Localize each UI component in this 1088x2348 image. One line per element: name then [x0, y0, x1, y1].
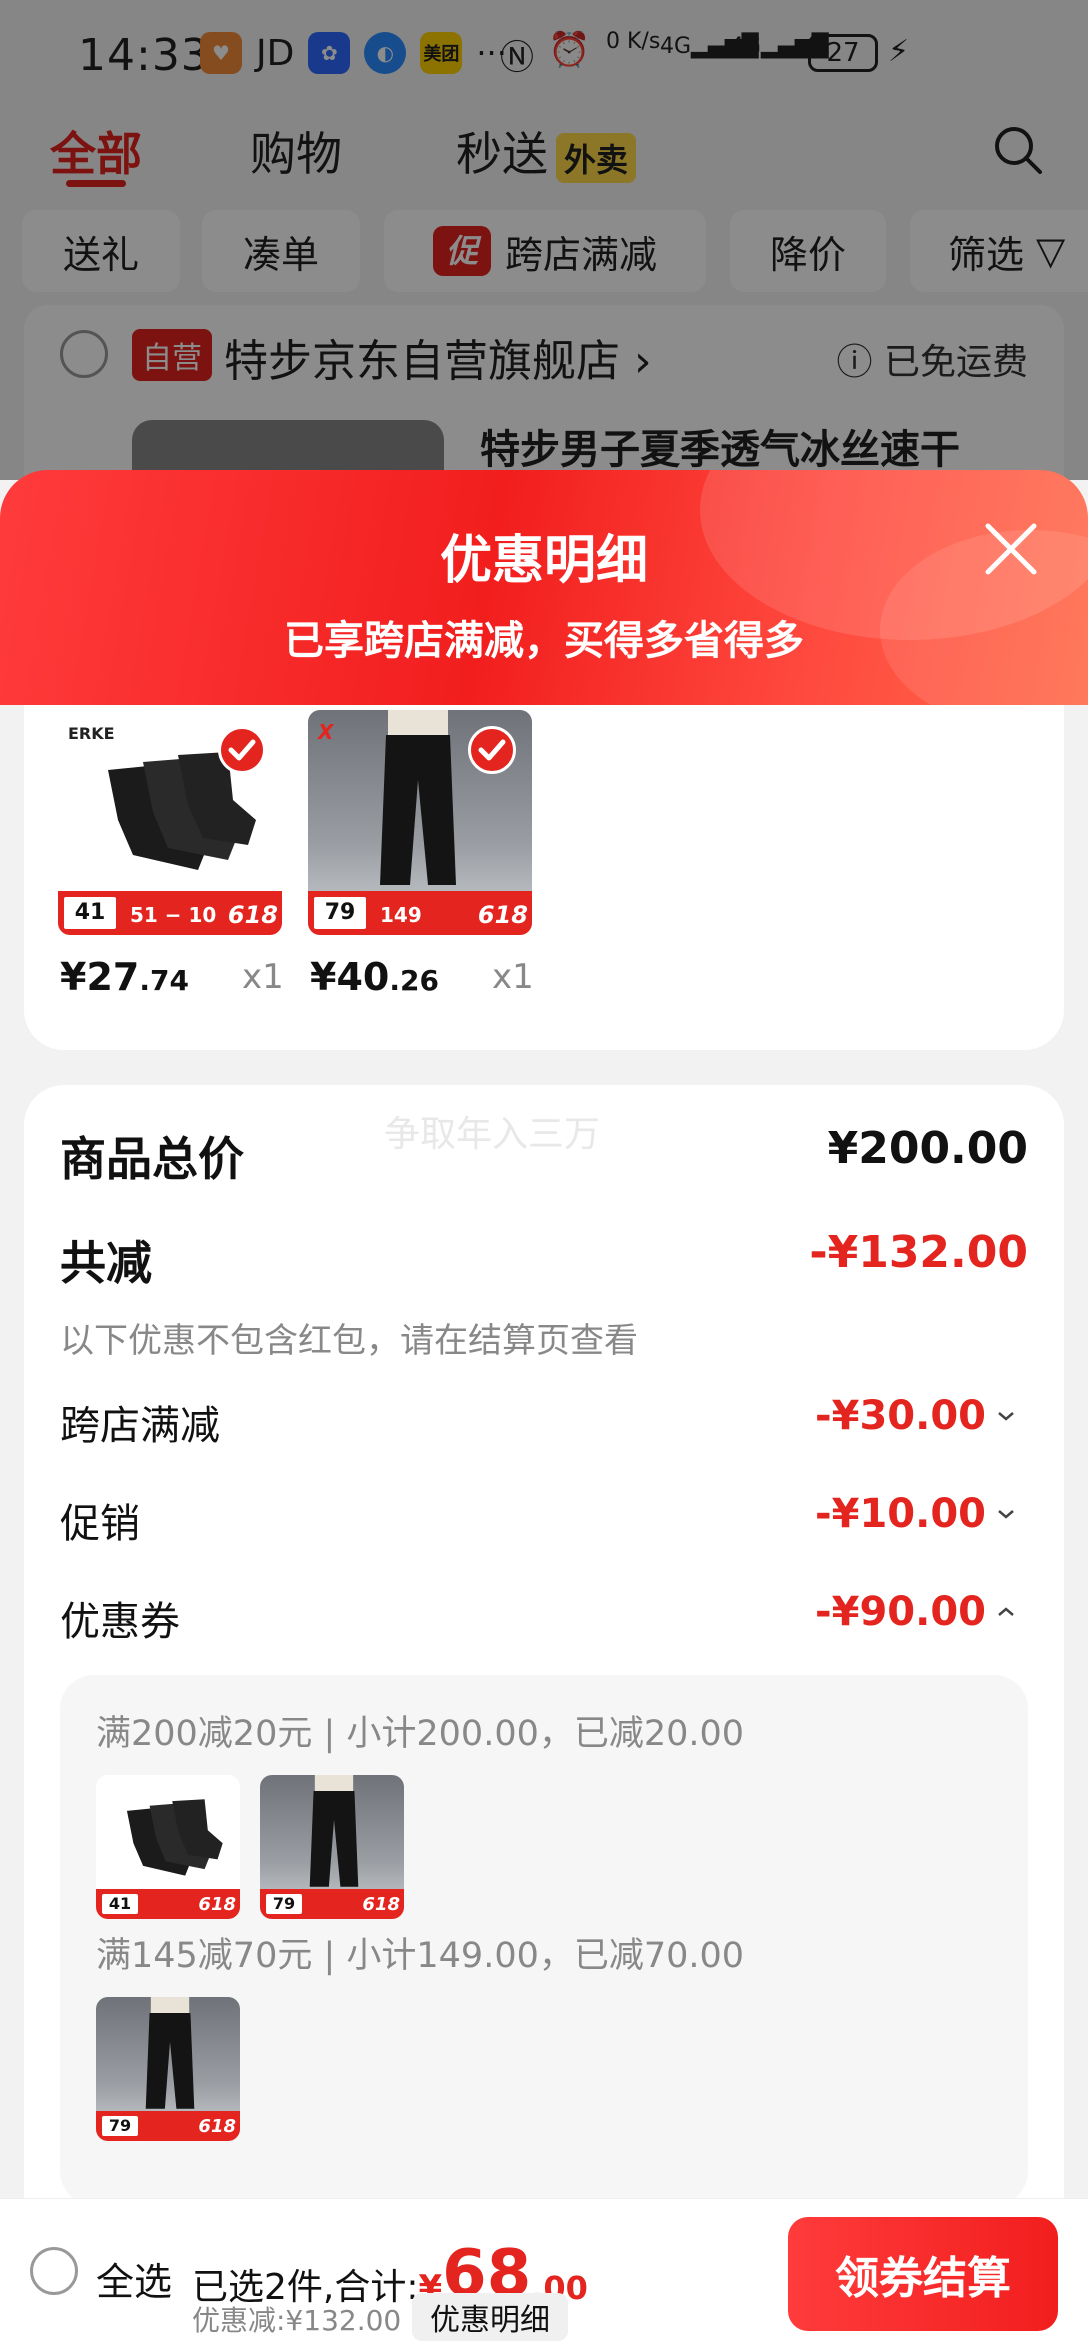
- dim-overlay[interactable]: [0, 0, 1088, 480]
- cross-store-value[interactable]: -¥30.00: [815, 1393, 1018, 1439]
- promo-price-strip: 79 618: [96, 2111, 240, 2141]
- coupon-line: 满145减70元 | 小计149.00，已减70.00: [96, 1936, 745, 1976]
- item-thumbnail-socks[interactable]: ERKE 41 51 − 10 618: [58, 710, 282, 935]
- pants-image: [145, 1997, 195, 2109]
- reduce-value: -¥132.00: [809, 1227, 1028, 1278]
- sheet-subtitle: 已享跨店满减，买得多省得多: [284, 618, 804, 664]
- price-breakdown-card: 争取年入三万 商品总价 ¥200.00 共减 -¥132.00 以下优惠不包含红…: [24, 1085, 1064, 2215]
- chevron-up-icon: [998, 1607, 1014, 1616]
- close-icon[interactable]: [980, 518, 1042, 580]
- item-quantity: x1: [492, 957, 534, 997]
- cross-store-label[interactable]: 跨店满减: [60, 1393, 220, 1451]
- promo-price: 79: [100, 2114, 140, 2138]
- promo-price: 79: [264, 1892, 304, 1916]
- item-price: ¥40.26: [310, 955, 439, 999]
- pants-image: [380, 710, 456, 885]
- chevron-down-icon: [998, 1412, 1014, 1421]
- tag-618: 618: [477, 901, 528, 929]
- coupon-value[interactable]: -¥90.00: [815, 1589, 1018, 1635]
- promotion-label[interactable]: 促销: [60, 1491, 140, 1549]
- select-all-radio[interactable]: [30, 2247, 78, 2295]
- promo-price-strip: 79 618: [260, 1889, 404, 1919]
- selected-items-card: ERKE 41 51 − 10 618 ¥27.74 x1 X 79 149 6…: [24, 705, 1064, 1050]
- promo-price: 41: [100, 1892, 140, 1916]
- promo-price-strip: 41 618: [96, 1889, 240, 1919]
- sheet-title: 优惠明细: [439, 531, 648, 591]
- coupon-label[interactable]: 优惠券: [60, 1589, 180, 1647]
- item-thumbnail-pants[interactable]: X 79 149 618: [308, 710, 532, 935]
- brand-logo: ERKE: [68, 724, 115, 743]
- promo-price-strip: 79 149 618: [308, 891, 532, 935]
- tag-618: 618: [227, 901, 278, 929]
- watermark: 争取年入三万: [384, 1114, 601, 1155]
- promo-price: 79: [312, 895, 368, 931]
- pants-image: [309, 1775, 359, 1887]
- selected-check-icon[interactable]: [468, 726, 516, 774]
- tag-618: 618: [198, 1894, 236, 1915]
- select-all-label[interactable]: 全选: [96, 2251, 172, 2306]
- promo-price-strip: 41 51 − 10 618: [58, 891, 282, 935]
- discount-sheet-header: 优惠明细 已享跨店满减，买得多省得多: [0, 470, 1088, 705]
- item-quantity: x1: [242, 957, 284, 997]
- bottom-checkout-bar: 全选 已选2件,合计:¥68.00 优惠减:¥132.00 优惠明细 领券结算: [0, 2198, 1088, 2348]
- reduce-hint: 以下优惠不包含红包，请在结算页查看: [60, 1321, 638, 1361]
- checkout-button[interactable]: 领券结算: [788, 2217, 1058, 2331]
- strip-text: 149: [380, 903, 422, 927]
- coupon-item-thumbnail-socks[interactable]: 41 618: [96, 1775, 240, 1919]
- brand-logo: X: [318, 720, 334, 744]
- strip-text: 51 − 10: [130, 903, 217, 927]
- promotion-value[interactable]: -¥10.00: [815, 1491, 1018, 1537]
- coupon-detail-box: 满200减20元 | 小计200.00，已减20.00 41 618 79 61…: [60, 1675, 1028, 2205]
- coupon-line: 满200减20元 | 小计200.00，已减20.00: [96, 1714, 745, 1754]
- coupon-item-thumbnail-pants[interactable]: 79 618: [260, 1775, 404, 1919]
- discount-amount: 优惠减:¥132.00: [192, 2304, 402, 2337]
- tag-618: 618: [198, 2116, 236, 2137]
- discount-sheet-body: ERKE 41 51 − 10 618 ¥27.74 x1 X 79 149 6…: [0, 705, 1088, 2215]
- total-label: 商品总价: [60, 1132, 244, 1186]
- promo-price: 41: [62, 895, 118, 931]
- chevron-down-icon: [998, 1510, 1014, 1519]
- discount-detail-button[interactable]: 优惠明细: [412, 2293, 568, 2341]
- socks-image: [126, 1799, 223, 1876]
- selected-check-icon[interactable]: [218, 726, 266, 774]
- tag-618: 618: [362, 1894, 400, 1915]
- item-price: ¥27.74: [60, 955, 189, 999]
- total-value: ¥200.00: [827, 1123, 1028, 1174]
- reduce-label: 共减: [60, 1236, 152, 1290]
- coupon-item-thumbnail-pants[interactable]: 79 618: [96, 1997, 240, 2141]
